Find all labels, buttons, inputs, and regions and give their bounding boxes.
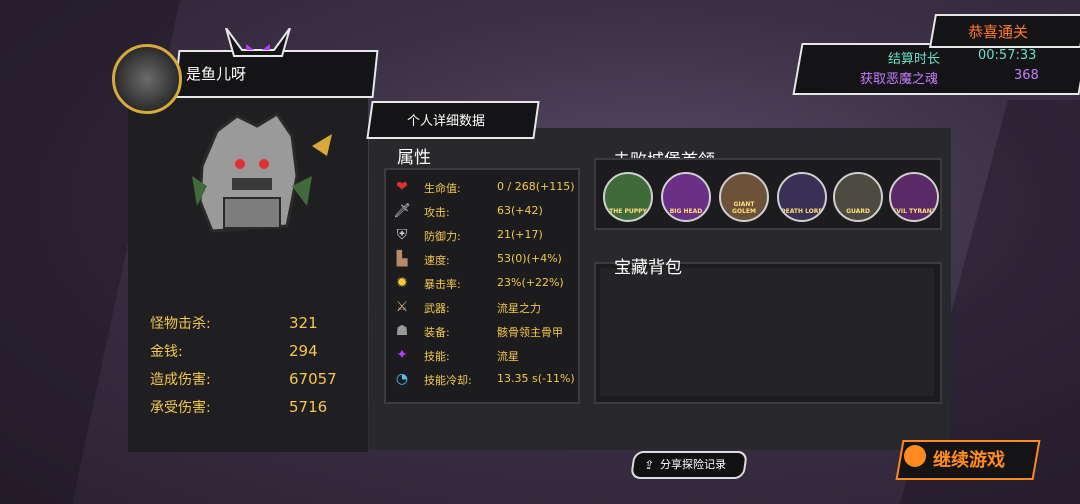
continue-game-label: 继续游戏 [933, 450, 1005, 471]
attr-value: 流星 [497, 350, 519, 363]
damage-taken-value: 5716 [289, 398, 328, 416]
skeleton-lord-portrait [192, 111, 332, 233]
attr-label: 技能冷却: [424, 374, 472, 387]
clear-time-value: 00:57:33 [978, 48, 1037, 63]
gold-label: 金钱: [150, 344, 183, 360]
attr-label: 暴击率: [424, 278, 461, 291]
cooldown-icon: ◔ [395, 371, 409, 387]
weapon-icon: ⚔ [395, 299, 409, 315]
share-icon: ⇪ [643, 458, 656, 472]
boss-name: GUARD [846, 208, 870, 215]
attr-value: 21(+17) [497, 228, 543, 241]
demon-horns-icon [225, 28, 291, 57]
attr-label: 防御力: [424, 230, 461, 243]
demon-souls-label: 获取恶魔之魂 [860, 72, 939, 87]
damage-dealt-value: 67057 [289, 370, 337, 388]
heart-icon: ❤ [396, 179, 408, 195]
boss-icon-giant-golem[interactable]: GIANT GOLEM [719, 172, 769, 222]
continue-icon [904, 445, 926, 467]
attr-value: 53(0)(+4%) [497, 252, 562, 265]
attr-value: 骸骨领主骨甲 [497, 326, 563, 339]
treasure-backpack-title: 宝藏背包 [614, 258, 682, 278]
player-name: 是鱼儿呀 [186, 65, 247, 83]
clear-title: 恭喜通关 [968, 23, 1029, 41]
boss-name: DEATH LORD [780, 208, 824, 215]
attr-label: 生命值: [424, 182, 461, 195]
gold-value: 294 [289, 342, 318, 360]
avatar [112, 44, 182, 114]
boss-name: GIANT GOLEM [732, 201, 756, 215]
boss-icon-death-lord[interactable]: DEATH LORD [777, 172, 827, 222]
treasure-backpack-slots [600, 268, 934, 396]
attr-value: 13.35 s(-11%) [497, 372, 575, 385]
damage-taken-label: 承受伤害: [150, 400, 211, 416]
sword-icon: 🗡 [393, 203, 411, 219]
attr-label: 装备: [424, 326, 450, 339]
attributes-title: 属性 [397, 148, 431, 168]
sun-burst-icon: ✹ [396, 275, 408, 291]
monster-kills-label: 怪物击杀: [150, 316, 211, 332]
boss-name: EVIL TYRANT [892, 208, 936, 215]
attr-value: 63(+42) [497, 204, 543, 217]
attr-label: 武器: [424, 302, 450, 315]
attr-value: 流星之力 [497, 302, 541, 315]
clear-time-label: 结算时长 [888, 52, 941, 67]
demon-souls-value: 368 [1014, 68, 1039, 83]
attr-label: 速度: [424, 254, 450, 267]
skill-icon: ✦ [396, 347, 408, 363]
boss-name: THE PUPPY [609, 208, 647, 215]
shield-icon: ⛨ [396, 227, 408, 243]
attr-label: 攻击: [424, 206, 450, 219]
boss-icon-the-puppy[interactable]: THE PUPPY [603, 172, 653, 222]
armor-icon: ☗ [395, 323, 409, 339]
boot-icon: ▙ [396, 251, 408, 267]
tab-personal-details-label: 个人详细数据 [407, 114, 486, 129]
boss-icon-evil-tyrant[interactable]: EVIL TYRANT [889, 172, 939, 222]
boss-icon-big-head[interactable]: BIG HEAD [661, 172, 711, 222]
attr-value: 0 / 268(+115) [497, 180, 575, 193]
damage-dealt-label: 造成伤害: [150, 372, 211, 388]
boss-name: BIG HEAD [669, 208, 703, 215]
share-record-label: 分享探险记录 [660, 458, 726, 471]
boss-icon-guard[interactable]: GUARD [833, 172, 883, 222]
attr-label: 技能: [424, 350, 450, 363]
attr-value: 23%(+22%) [497, 276, 564, 289]
monster-kills-value: 321 [289, 314, 318, 332]
